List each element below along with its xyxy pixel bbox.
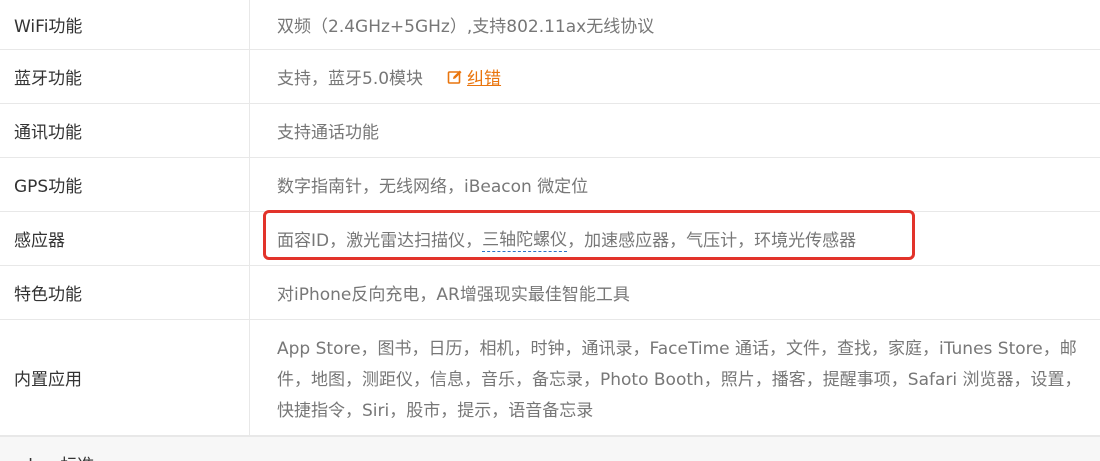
- spec-row-communication: 通讯功能 支持通话功能: [0, 104, 1100, 158]
- spec-value-cell: 面容ID，激光雷达扫描仪， 三轴陀螺仪 ，加速感应器，气压计，环境光传感器: [250, 212, 1100, 265]
- spec-value: 对iPhone反向充电，AR增强现实最佳智能工具: [277, 285, 630, 305]
- spec-row-sensors: 感应器 面容ID，激光雷达扫描仪， 三轴陀螺仪 ，加速感应器，气压计，环境光传感器: [0, 212, 1100, 266]
- spec-value-cell: 支持，蓝牙5.0模块 纠错: [250, 50, 1100, 103]
- spec-value-part: 面容ID，激光雷达扫描仪，: [277, 231, 483, 251]
- spec-label: WiFi功能: [0, 0, 250, 49]
- spec-label: 蓝牙功能: [0, 50, 250, 103]
- spec-label: 通讯功能: [0, 104, 250, 157]
- spec-value: 支持通话功能: [277, 123, 379, 143]
- correction-link-label: 纠错: [467, 69, 502, 89]
- spec-value-part: ，加速感应器，气压计，环境光传感器: [567, 231, 857, 251]
- spec-row-bluetooth: 蓝牙功能 支持，蓝牙5.0模块 纠错: [0, 50, 1100, 104]
- glossary-term-link[interactable]: 三轴陀螺仪: [482, 225, 568, 252]
- edit-icon: [447, 70, 462, 84]
- next-section-header: <br>标准: [0, 436, 1100, 461]
- spec-row-builtin-apps: 内置应用 App Store，图书，日历，相机，时钟，通讯录，FaceTime …: [0, 320, 1100, 436]
- spec-label: 特色功能: [0, 266, 250, 319]
- spec-row-features: 特色功能 对iPhone反向充电，AR增强现实最佳智能工具: [0, 266, 1100, 320]
- spec-value: App Store，图书，日历，相机，时钟，通讯录，FaceTime 通话，文件…: [277, 339, 1082, 421]
- spec-value: 数字指南针，无线网络，iBeacon 微定位: [277, 177, 589, 197]
- spec-value: 双频（2.4GHz+5GHz）,支持802.11ax无线协议: [277, 17, 655, 37]
- spec-row-gps: GPS功能 数字指南针，无线网络，iBeacon 微定位: [0, 158, 1100, 212]
- spec-label: GPS功能: [0, 158, 250, 211]
- spec-value: 支持，蓝牙5.0模块: [277, 69, 424, 89]
- spec-row-wifi: WiFi功能 双频（2.4GHz+5GHz）,支持802.11ax无线协议: [0, 0, 1100, 50]
- spec-label: 内置应用: [0, 320, 250, 435]
- spec-table: WiFi功能 双频（2.4GHz+5GHz）,支持802.11ax无线协议 蓝牙…: [0, 0, 1100, 436]
- correction-link[interactable]: 纠错: [447, 64, 501, 89]
- spec-label: 感应器: [0, 212, 250, 265]
